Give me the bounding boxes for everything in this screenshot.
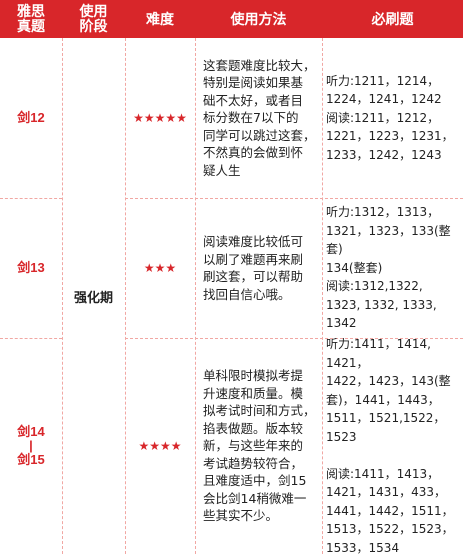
must-do-cell: 听力:1312，1313， 1321，1323，133(整套) 134(整套) … bbox=[326, 205, 451, 331]
stage-cell: 强化期 bbox=[73, 289, 113, 305]
difficulty-stars: ★★★ bbox=[143, 261, 177, 275]
method-cell: 阅读难度比较低可 以刷了难题再来刷 刷这套，可以帮助 找回自信心哦。 bbox=[203, 234, 304, 302]
study-plan-table: 雅思 真题 使用 阶段 难度 使用方法 必刷题 强化期 剑12 ★★★★★ 这套… bbox=[0, 0, 463, 554]
exam-cell: 剑13 bbox=[17, 260, 45, 275]
header-must-do: 必刷题 bbox=[322, 0, 463, 38]
header-difficulty: 难度 bbox=[125, 0, 195, 38]
header-exam: 雅思 真题 bbox=[0, 0, 62, 38]
exam-cell: 剑12 bbox=[17, 110, 45, 125]
difficulty-stars: ★★★★★ bbox=[133, 111, 187, 125]
method-cell: 单科限时模拟考提 升速度和质量。模 拟考试时间和方式， 掐表做题。版本较 新，与… bbox=[203, 368, 316, 524]
header-method: 使用方法 bbox=[195, 0, 322, 38]
difficulty-stars: ★★★★ bbox=[138, 439, 182, 453]
header-stage: 使用 阶段 bbox=[62, 0, 125, 38]
must-do-cell: 听力:1211，1214， 1224，1241，1242 阅读:1211，121… bbox=[326, 73, 454, 162]
must-do-cell: 听力:1411，1414, 1421， 1422，1423，143(整 套)，1… bbox=[326, 338, 454, 554]
exam-cell: 剑14 | 剑15 bbox=[17, 424, 45, 467]
method-cell: 这套题难度比较大， 特别是阅读如果基 础不太好，或者目 标分数在7以下的 同学可… bbox=[203, 57, 316, 178]
